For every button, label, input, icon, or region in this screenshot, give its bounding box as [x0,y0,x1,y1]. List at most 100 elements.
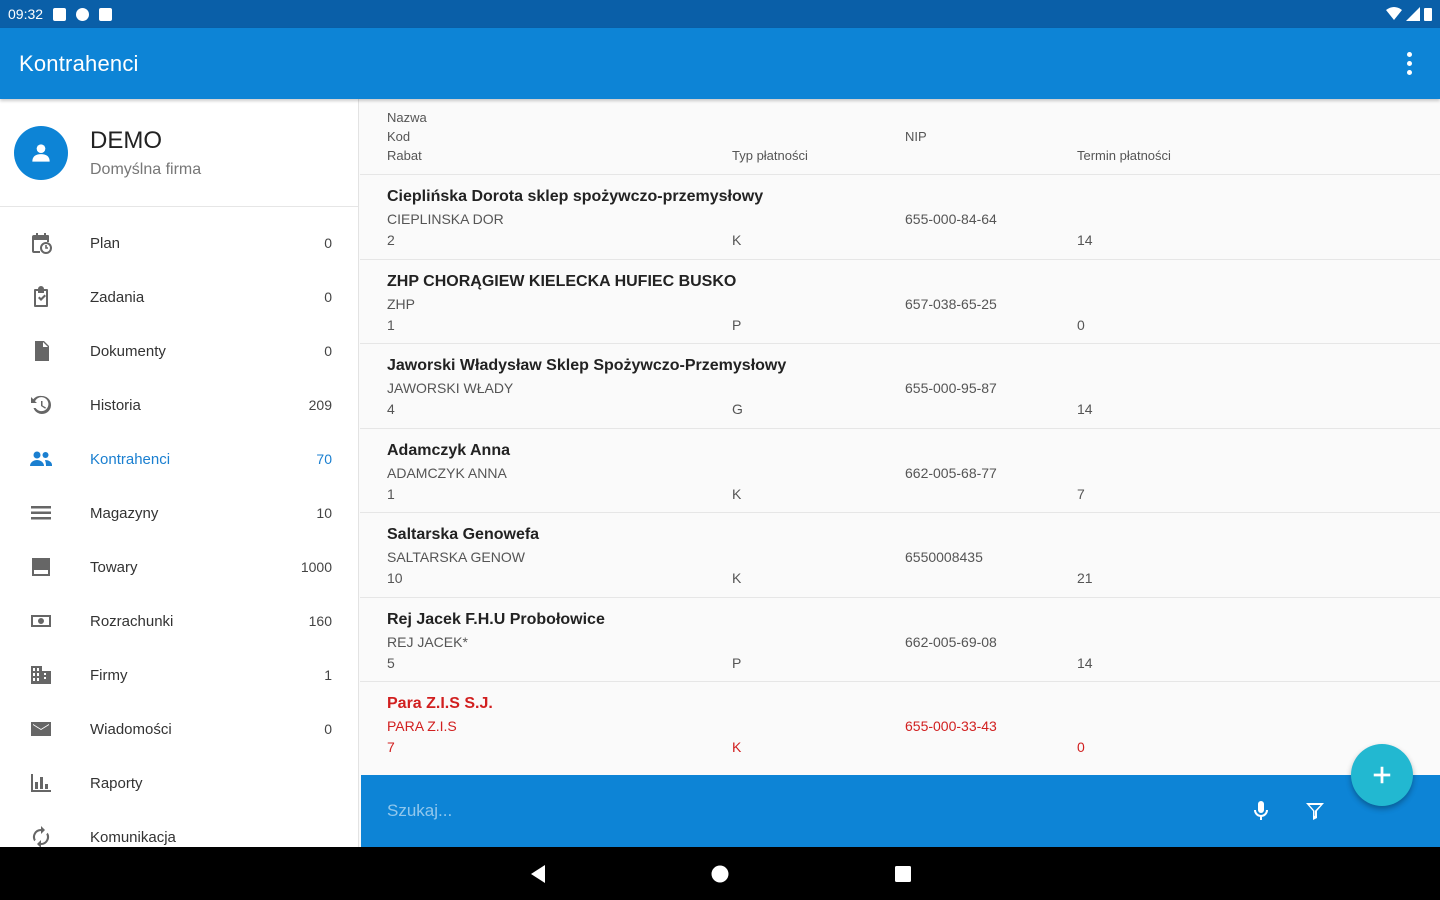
row-code: SALTARSKA GENOW [387,549,525,565]
table-row-highlighted[interactable]: Para Z.I.S S.J. PARA Z.I.S 7 K 655-000-3… [360,681,1440,766]
nav-item-wiadomosci[interactable]: Wiadomości 0 [0,702,358,756]
row-nip: 657-038-65-25 [905,295,997,312]
nav-item-zadania[interactable]: Zadania 0 [0,270,358,324]
header-nip: NIP [905,129,927,144]
back-button[interactable] [523,859,553,889]
row-nip: 6550008435 [905,549,983,565]
voice-search-button[interactable] [1245,795,1277,827]
more-vert-icon [1406,52,1412,57]
nav-label-firmy: Firmy [90,666,128,684]
home-circle-icon [711,865,729,883]
nav-item-plan[interactable]: Plan 0 [0,216,358,270]
nav-count-towary: 1000 [300,559,332,575]
nav-count-kontrahenci: 70 [316,451,332,467]
nav-label-plan: Plan [90,234,121,252]
microphone-icon [1254,801,1268,820]
nav-item-komunikacja[interactable]: Komunikacja [0,810,358,847]
header-rabat: Rabat [387,148,422,163]
profile-header[interactable]: DEMO Domyślna firma [0,99,358,207]
nav-label-kontrahenci: Kontrahenci [90,450,171,468]
app-bar: Kontrahenci [0,28,1440,99]
navigation-drawer: DEMO Domyślna firma Plan 0 Zadania 0 Dok… [0,99,359,847]
table-row[interactable]: Saltarska Genowefa SALTARSKA GENOW 10 K … [360,512,1440,597]
row-name: Adamczyk Anna [387,441,510,459]
nav-item-rozrachunki[interactable]: Rozrachunki 160 [0,594,358,648]
row-nip: 655-000-95-87 [905,380,997,396]
row-termin: 14 [1077,654,1093,671]
recents-square-icon [895,866,911,882]
document-icon [28,338,54,364]
row-termin: 0 [1077,316,1085,333]
calendar-clock-icon [28,230,54,256]
money-icon [28,608,54,634]
row-code: CIEPLINSKA DOR [387,211,504,227]
nav-list: Plan 0 Zadania 0 Dokumenty 0 Historia 20… [0,216,358,847]
row-code: ADAMCZYK ANNA [387,464,507,481]
row-termin: 14 [1077,401,1093,417]
nav-label-zadania: Zadania [90,288,145,306]
filter-icon [1306,803,1324,820]
nav-item-firmy[interactable]: Firmy 1 [0,648,358,702]
table-row[interactable]: ZHP CHORĄGIEW KIELECKA HUFIEC BUSKO ZHP … [360,258,1440,344]
row-code: JAWORSKI WŁADY [387,380,514,396]
product-icon [28,554,54,580]
row-code: ZHP [387,295,415,312]
row-code: PARA Z.I.S [387,718,457,734]
nav-label-rozrachunki: Rozrachunki [90,612,174,630]
row-nip: 655-000-33-43 [905,718,997,734]
history-icon [28,392,54,418]
home-button[interactable] [705,859,735,889]
header-kod: Kod [387,129,411,144]
search-input[interactable] [387,801,1207,821]
nav-item-raporty[interactable]: Raporty [0,756,358,810]
nav-count-dokumenty: 0 [324,343,332,359]
person-icon [32,143,50,162]
row-name: Cieplińska Dorota sklep spożywczo-przemy… [387,188,764,205]
recents-button[interactable] [888,859,918,889]
profile-subtitle: Domyślna firma [90,160,202,178]
table-row[interactable]: Adamczyk Anna ADAMCZYK ANNA 1 K 662-005-… [360,427,1440,513]
nav-item-historia[interactable]: Historia 209 [0,378,358,432]
row-rabat: 1 [387,316,395,333]
row-rabat: 1 [387,485,395,502]
table-row[interactable]: Cieplińska Dorota sklep spożywczo-przemy… [360,174,1440,259]
row-name: Para Z.I.S S.J. [387,695,493,712]
nav-count-zadania: 0 [324,289,332,305]
people-icon [28,446,54,472]
nav-label-wiadomosci: Wiadomości [90,720,172,738]
nav-item-kontrahenci[interactable]: Kontrahenci 70 [0,432,358,486]
sd-card-icon [99,7,113,21]
back-triangle-icon [531,865,545,883]
nav-item-dokumenty[interactable]: Dokumenty 0 [0,324,358,378]
nav-count-magazyny: 10 [316,505,332,521]
nav-count-firmy: 1 [324,667,332,683]
clipboard-check-icon [28,284,54,310]
row-rabat: 4 [387,401,395,417]
table-row[interactable]: Jaworski Władysław Sklep Spożywczo-Przem… [360,343,1440,428]
row-typ: K [732,739,742,755]
nav-item-magazyny[interactable]: Magazyny 10 [0,486,358,540]
nav-label-historia: Historia [90,396,141,414]
row-typ: K [732,232,742,248]
profile-name: DEMO [90,126,162,154]
row-name: Jaworski Władysław Sklep Spożywczo-Przem… [387,357,787,374]
header-nazwa: Nazwa [387,110,427,125]
row-rabat: 10 [387,570,403,586]
table-row[interactable]: Rej Jacek F.H.U Probołowice REJ JACEK* 5… [360,596,1440,682]
nav-count-rozrachunki: 160 [308,613,332,629]
row-termin: 14 [1077,232,1093,248]
status-bar: 09:32 [0,0,1440,28]
add-contractor-button[interactable] [1351,744,1413,806]
status-time: 09:32 [8,6,44,22]
row-typ: P [732,316,742,333]
overflow-menu-button[interactable] [1397,44,1421,84]
row-typ: P [732,654,742,671]
app-notification-icon [76,7,90,21]
nav-label-raporty: Raporty [90,774,143,792]
nav-item-towary[interactable]: Towary 1000 [0,540,358,594]
battery-icon [1424,8,1432,21]
bar-chart-icon [28,770,54,796]
list-icon [28,500,54,526]
row-typ: K [732,570,742,586]
filter-button[interactable] [1299,795,1331,827]
